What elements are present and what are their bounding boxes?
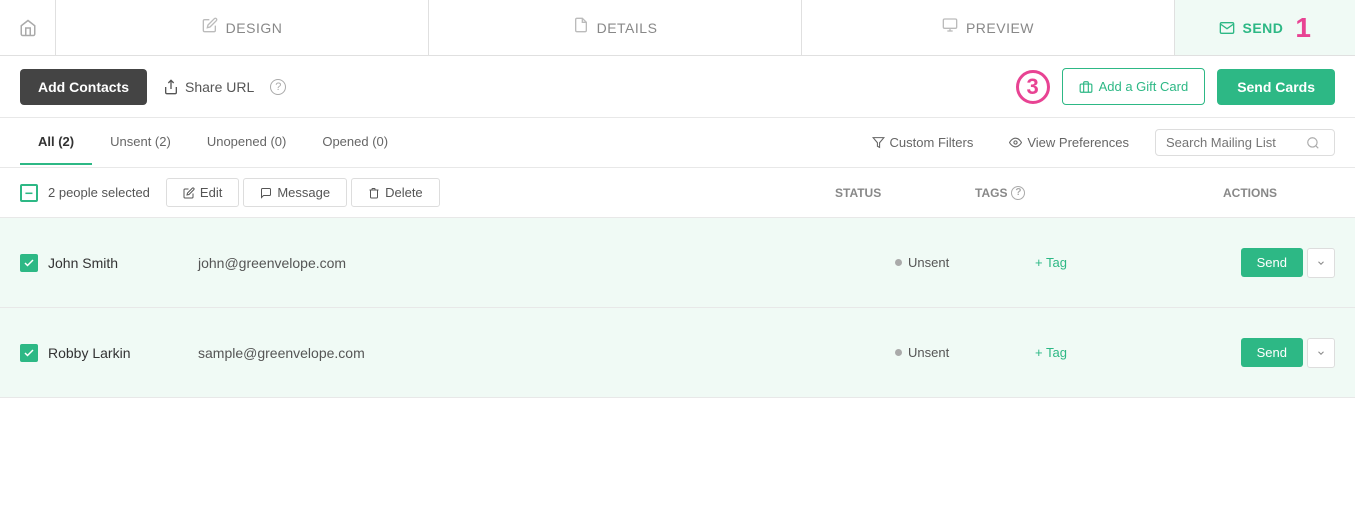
filter-tab-all[interactable]: All (2): [20, 120, 92, 165]
chevron-down-icon: [1316, 258, 1326, 268]
row2-email: sample@greenvelope.com: [198, 345, 895, 361]
row1-status: Unsent: [895, 255, 1035, 270]
details-label: DETAILS: [597, 20, 658, 36]
message-label: Message: [277, 185, 330, 200]
row1-checkbox[interactable]: [20, 254, 38, 272]
row2-expand-button[interactable]: [1307, 338, 1335, 368]
filter-all-label: All (2): [38, 134, 74, 149]
row2-send-button[interactable]: Send: [1241, 338, 1303, 367]
row1-name: John Smith: [48, 255, 198, 271]
filter-unsent-label: Unsent (2): [110, 134, 171, 149]
selected-count-label: 2 people selected: [48, 185, 150, 200]
filter-bar: All (2) Unsent (2) Unopened (0) Opened (…: [0, 118, 1355, 168]
custom-filters-label: Custom Filters: [890, 135, 974, 150]
row1-send-button[interactable]: Send: [1241, 248, 1303, 277]
row1-actions: Send: [1235, 248, 1335, 278]
message-icon: [260, 187, 272, 199]
top-navigation: DESIGN DETAILS PREVIEW SEND 1: [0, 0, 1355, 56]
message-button[interactable]: Message: [243, 178, 347, 207]
edit-button[interactable]: Edit: [166, 178, 239, 207]
deselect-all-button[interactable]: −: [20, 184, 38, 202]
help-icon[interactable]: ?: [270, 79, 286, 95]
design-icon: [202, 17, 218, 38]
row2-status-dot: [895, 349, 902, 356]
view-preferences-label: View Preferences: [1027, 135, 1129, 150]
row2-checkbox[interactable]: [20, 344, 38, 362]
row2-tag-button[interactable]: + Tag: [1035, 345, 1235, 360]
row2-actions: Send: [1235, 338, 1335, 368]
share-url-button[interactable]: Share URL: [163, 79, 254, 95]
send-step-number: 1: [1295, 14, 1311, 42]
chevron-down-icon: [1316, 348, 1326, 358]
share-url-label: Share URL: [185, 79, 254, 95]
checkmark-icon: [23, 347, 35, 359]
table-row: Robby Larkin sample@greenvelope.com Unse…: [0, 308, 1355, 398]
checkmark-icon: [23, 257, 35, 269]
tab-design[interactable]: DESIGN: [56, 0, 429, 55]
view-preferences-button[interactable]: View Preferences: [991, 121, 1147, 164]
step3-badge: 3: [1016, 70, 1050, 104]
filter-opened-label: Opened (0): [322, 134, 388, 149]
row1-status-dot: [895, 259, 902, 266]
row1-expand-button[interactable]: [1307, 248, 1335, 278]
row2-status: Unsent: [895, 345, 1035, 360]
home-button[interactable]: [0, 0, 56, 55]
tab-details[interactable]: DETAILS: [429, 0, 802, 55]
send-cards-button[interactable]: Send Cards: [1217, 69, 1335, 105]
status-header: Status: [835, 186, 881, 200]
filter-unopened-label: Unopened (0): [207, 134, 287, 149]
delete-button[interactable]: Delete: [351, 178, 440, 207]
toolbar-left: Add Contacts Share URL ?: [20, 69, 286, 105]
toolbar-right: 3 Add a Gift Card Send Cards: [1016, 68, 1335, 105]
toolbar: Add Contacts Share URL ? 3 Add a Gift Ca…: [0, 56, 1355, 118]
add-gift-label: Add a Gift Card: [1099, 79, 1189, 94]
add-gift-card-button[interactable]: Add a Gift Card: [1062, 68, 1206, 105]
send-label: SEND: [1243, 20, 1284, 36]
filter-tab-unsent[interactable]: Unsent (2): [92, 120, 189, 165]
preview-icon: [942, 17, 958, 38]
search-mailing-input[interactable]: [1166, 135, 1306, 150]
filter-tab-opened[interactable]: Opened (0): [304, 120, 406, 165]
tab-preview[interactable]: PREVIEW: [802, 0, 1175, 55]
custom-filters-button[interactable]: Custom Filters: [854, 121, 992, 164]
selection-bar: − 2 people selected Edit Message Delete …: [0, 168, 1355, 218]
edit-icon: [183, 187, 195, 199]
delete-icon: [368, 187, 380, 199]
add-contacts-button[interactable]: Add Contacts: [20, 69, 147, 105]
row1-tag-button[interactable]: + Tag: [1035, 255, 1235, 270]
row2-name: Robby Larkin: [48, 345, 198, 361]
actions-header: Actions: [1223, 186, 1277, 200]
edit-label: Edit: [200, 185, 222, 200]
preview-label: PREVIEW: [966, 20, 1034, 36]
design-label: DESIGN: [226, 20, 283, 36]
filter-tab-unopened[interactable]: Unopened (0): [189, 120, 305, 165]
row1-email: john@greenvelope.com: [198, 255, 895, 271]
tab-send[interactable]: SEND 1: [1175, 0, 1355, 55]
details-icon: [573, 17, 589, 38]
table-row: John Smith john@greenvelope.com Unsent +…: [0, 218, 1355, 308]
delete-label: Delete: [385, 185, 423, 200]
tags-help-icon[interactable]: ?: [1011, 186, 1025, 200]
search-mailing-container[interactable]: [1155, 129, 1335, 156]
search-icon: [1306, 136, 1320, 150]
tags-header: Tags: [975, 186, 1007, 200]
